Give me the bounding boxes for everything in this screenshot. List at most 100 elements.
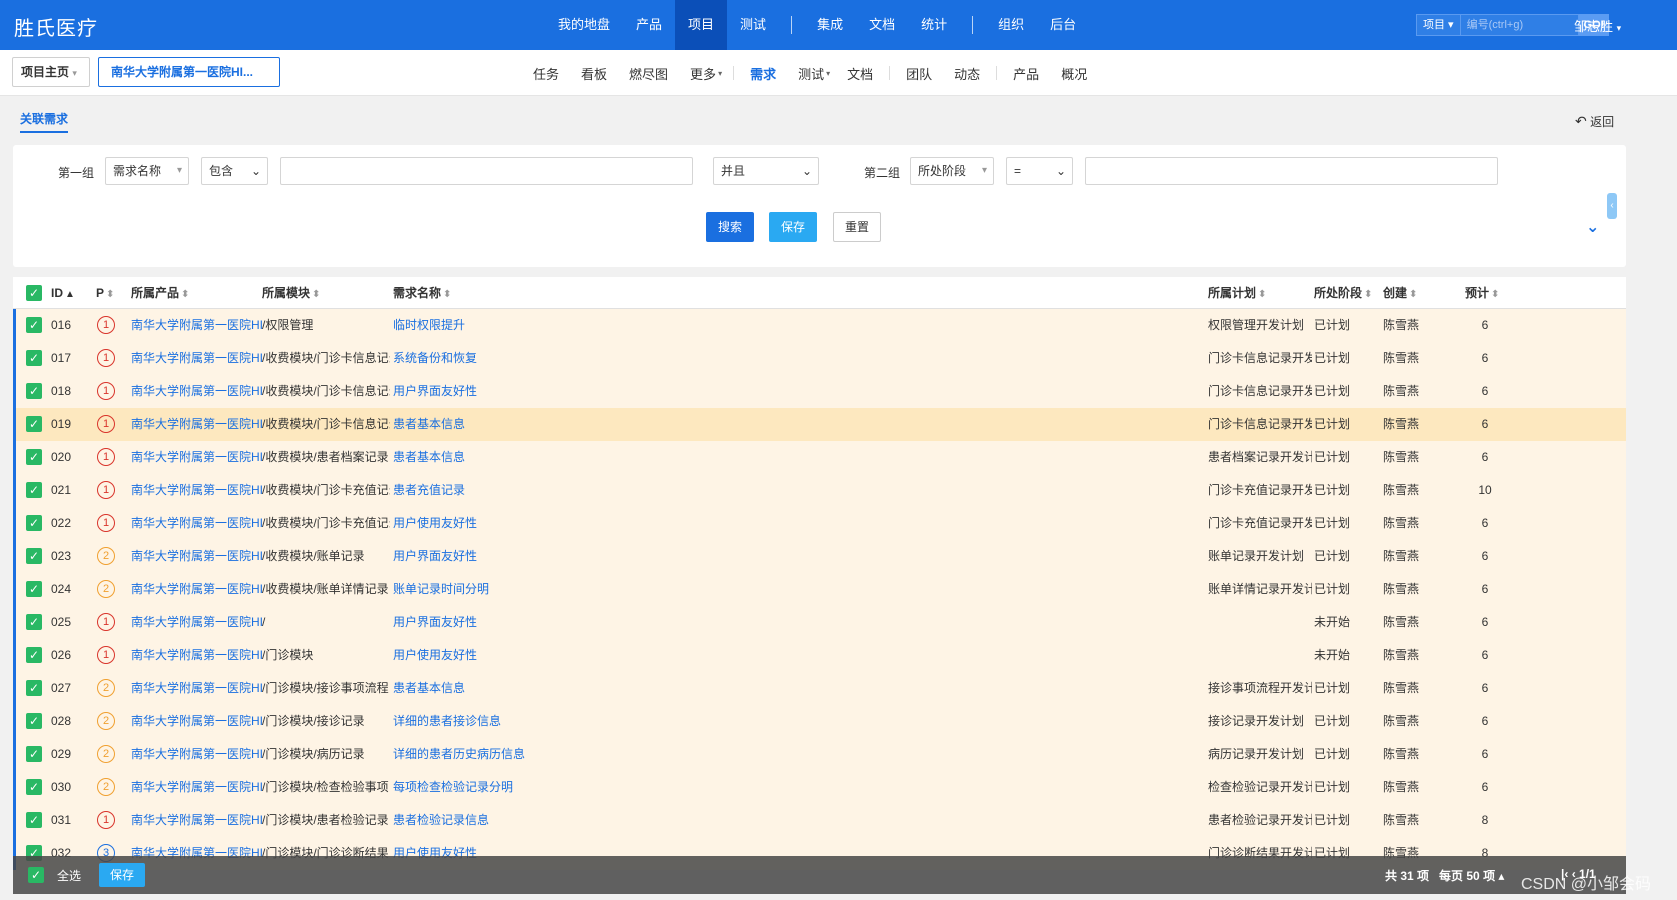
cell-product[interactable]: 南华大学附属第一医院HI [131,441,262,474]
table-row[interactable]: ✓ 1 017 南华大学附属第一医院HI/收费模块/门诊卡信息记录 系统备份和恢复 门诊卡… [13,342,1626,375]
cell-name[interactable]: 患者基本信息 [393,441,593,474]
column-header[interactable]: 需求名称 ⬍ [393,277,451,309]
cell-product[interactable]: 南华大学附属第一医院HI [131,342,262,375]
group1-value-input[interactable] [280,157,693,185]
row-checkbox[interactable]: ✓ [26,779,42,795]
cell-product[interactable]: 南华大学附属第一医院HI [131,474,262,507]
user-menu[interactable]: 邹志胜 ▾ [1574,16,1621,35]
subnav-item[interactable]: 需求 [739,64,787,83]
row-checkbox[interactable]: ✓ [26,680,42,696]
cell-name[interactable]: 用户使用友好性 [393,507,593,540]
row-checkbox[interactable]: ✓ [26,515,42,531]
table-row[interactable]: ✓ 2 028 南华大学附属第一医院HI/门诊模块/接诊记录 详细的患者接诊信息 接诊记录… [13,705,1626,738]
table-row[interactable]: ✓ 1 022 南华大学附属第一医院HI/收费模块/门诊卡充值记录 用户使用友好性 门诊卡… [13,507,1626,540]
subnav-item[interactable]: 概况 [1050,64,1098,83]
column-header[interactable]: 所处阶段 ⬍ [1314,277,1372,309]
back-button[interactable]: ↶ 返回 [1575,113,1614,130]
search-input[interactable]: 编号(ctrl+g) [1460,14,1579,36]
row-checkbox[interactable]: ✓ [26,746,42,762]
subnav-item[interactable]: 看板 [570,64,618,83]
row-checkbox[interactable]: ✓ [26,482,42,498]
subnav-item[interactable]: 任务 [522,64,570,83]
cell-product[interactable]: 南华大学附属第一医院HI [131,309,262,342]
cell-product[interactable]: 南华大学附属第一医院HI [131,507,262,540]
cell-name[interactable]: 患者充值记录 [393,474,593,507]
column-header[interactable]: 所属计划 ⬍ [1208,277,1266,309]
main-nav-item[interactable]: 项目 [675,0,728,50]
group2-field-select[interactable]: 所处阶段 ▾ [910,157,994,185]
cell-name[interactable]: 系统备份和恢复 [393,342,593,375]
subnav-item[interactable]: 文档 [836,64,884,83]
table-row[interactable]: ✓ 2 023 南华大学附属第一医院HI/收费模块/账单记录 用户界面友好性 账单记录开发… [13,540,1626,573]
table-row[interactable]: ✓ 1 026 南华大学附属第一医院HI/门诊模块 用户使用友好性 未开始 陈雪燕 6 [13,639,1626,672]
main-nav-item[interactable]: 统计 [908,0,960,50]
row-checkbox[interactable]: ✓ [26,416,42,432]
cell-name[interactable]: 账单记录时间分明 [393,573,593,606]
cell-product[interactable]: 南华大学附属第一医院HI [131,408,262,441]
batch-save-button[interactable]: 保存 [99,863,145,887]
column-header[interactable]: 预计 ⬍ [1465,277,1499,309]
cell-name[interactable]: 临时权限提升 [393,309,593,342]
cell-product[interactable]: 南华大学附属第一医院HI [131,771,262,804]
cell-name[interactable]: 用户使用友好性 [393,639,593,672]
main-nav-item[interactable]: 测试 [727,0,779,50]
cell-name[interactable]: 每项检查检验记录分明 [393,771,593,804]
cell-name[interactable]: 患者基本信息 [393,408,593,441]
subnav-item[interactable]: 产品 [1002,64,1050,83]
subnav-item[interactable]: 团队 [895,64,943,83]
column-header[interactable]: P ⬍ [96,277,114,309]
row-checkbox[interactable]: ✓ [26,548,42,564]
table-row[interactable]: ✓ 1 025 南华大学附属第一医院HI / 用户界面友好性 未开始 陈雪燕 6 [13,606,1626,639]
cell-name[interactable]: 详细的患者历史病历信息 [393,738,593,771]
cell-product[interactable]: 南华大学附属第一医院HI [131,606,262,639]
main-nav-item[interactable]: 我的地盘 [545,0,623,50]
cell-name[interactable]: 用户界面友好性 [393,540,593,573]
row-checkbox[interactable]: ✓ [26,317,42,333]
table-row[interactable]: ✓ 1 021 南华大学附属第一医院HI/收费模块/门诊卡充值记录 患者充值记录 门诊卡充… [13,474,1626,507]
search-type-select[interactable]: 项目 ▾ [1416,14,1461,36]
search-button[interactable]: 搜索 [706,212,754,242]
table-row[interactable]: ✓ 1 018 南华大学附属第一医院HI/收费模块/门诊卡信息记录 用户界面友好性 门诊卡… [13,375,1626,408]
cell-product[interactable]: 南华大学附属第一医院HI [131,738,262,771]
select-all-checkbox[interactable]: ✓ [28,867,44,883]
table-row[interactable]: ✓ 2 027 南华大学附属第一医院HI/门诊模块/接诊事项流程 患者基本信息 接诊事项流… [13,672,1626,705]
table-row[interactable]: ✓ 2 029 南华大学附属第一医院HI/门诊模块/病历记录 详细的患者历史病历信息 病历… [13,738,1626,771]
group1-operator-select[interactable]: 包含 ⌄ [201,157,268,185]
cell-product[interactable]: 南华大学附属第一医院HI [131,573,262,606]
row-checkbox[interactable]: ✓ [26,713,42,729]
table-row[interactable]: ✓ 1 016 南华大学附属第一医院HI/权限管理 临时权限提升 权限管理开发计划 已计划 陈… [13,309,1626,342]
main-nav-item[interactable]: 后台 [1037,0,1089,50]
reset-button[interactable]: 重置 [833,212,881,242]
subnav-item[interactable]: 燃尽图 [618,64,679,83]
cell-product[interactable]: 南华大学附属第一医院HI [131,540,262,573]
column-header[interactable]: 创建 ⬍ [1383,277,1417,309]
per-page-select[interactable]: 每页 50 项 ▴ [1439,869,1504,883]
cell-name[interactable]: 用户界面友好性 [393,375,593,408]
logic-select[interactable]: 并且 ⌄ [713,157,819,185]
row-checkbox[interactable]: ✓ [26,581,42,597]
breadcrumb-project[interactable]: 南华大学附属第一医院HI... [98,57,280,87]
row-checkbox[interactable]: ✓ [26,350,42,366]
column-header[interactable]: 所属产品 ⬍ [131,277,189,309]
table-row[interactable]: ✓ 1 020 南华大学附属第一医院HI/收费模块/患者档案记录 患者基本信息 患者档案记… [13,441,1626,474]
select-all-label[interactable]: 全选 [57,867,81,884]
cell-product[interactable]: 南华大学附属第一医院HI [131,639,262,672]
cell-name[interactable]: 患者基本信息 [393,672,593,705]
table-row[interactable]: ✓ 1 019 南华大学附属第一医院HI/收费模块/门诊卡信息记录 患者基本信息 门诊卡信… [13,408,1626,441]
row-checkbox[interactable]: ✓ [26,614,42,630]
save-query-button[interactable]: 保存 [769,212,817,242]
subnav-item[interactable]: 动态 [943,64,991,83]
tab-linked-stories[interactable]: 关联需求 [20,110,69,133]
table-row[interactable]: ✓ 2 030 南华大学附属第一医院HI/门诊模块/检查检验事项 每项检查检验记录分明 检… [13,771,1626,804]
cell-name[interactable]: 用户界面友好性 [393,606,593,639]
header-select-all-checkbox[interactable]: ✓ [26,285,42,301]
side-toggle-handle[interactable]: ‹ [1607,193,1617,219]
cell-name[interactable]: 详细的患者接诊信息 [393,705,593,738]
row-checkbox[interactable]: ✓ [26,647,42,663]
main-nav-item[interactable]: 文档 [856,0,908,50]
cell-product[interactable]: 南华大学附属第一医院HI [131,375,262,408]
column-header[interactable]: ID ▲ [51,277,75,309]
group2-value-input[interactable] [1085,157,1498,185]
cell-product[interactable]: 南华大学附属第一医院HI [131,672,262,705]
main-nav-item[interactable]: 集成 [804,0,856,50]
